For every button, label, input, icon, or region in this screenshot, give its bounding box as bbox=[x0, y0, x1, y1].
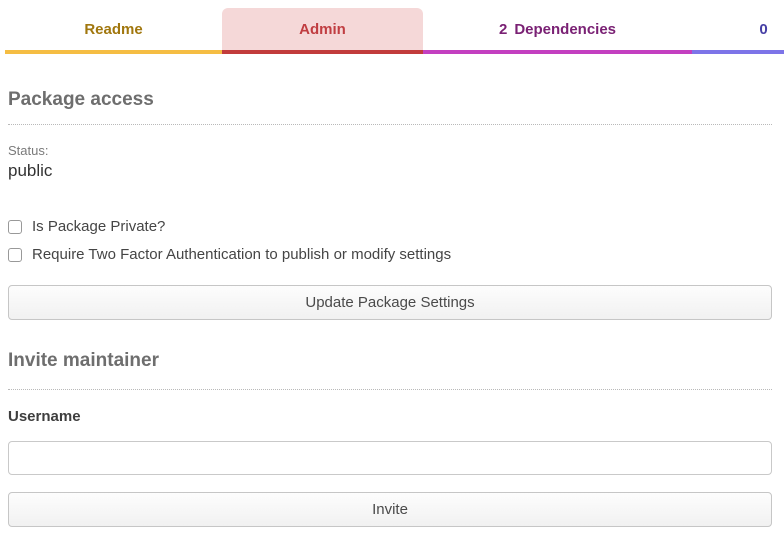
tab-admin[interactable]: Admin bbox=[222, 8, 423, 54]
tab-readme[interactable]: Readme bbox=[5, 8, 222, 54]
require-2fa-row[interactable]: Require Two Factor Authentication to pub… bbox=[8, 245, 772, 265]
tab-dependencies-label: Dependencies bbox=[514, 21, 616, 38]
require-2fa-checkbox[interactable] bbox=[8, 248, 22, 262]
package-access-heading: Package access bbox=[8, 90, 772, 110]
is-package-private-row[interactable]: Is Package Private? bbox=[8, 217, 772, 237]
update-package-settings-button[interactable]: Update Package Settings bbox=[8, 285, 772, 320]
username-label: Username bbox=[8, 407, 772, 427]
tab-dependencies-count: 2 bbox=[499, 21, 507, 38]
invite-maintainer-heading: Invite maintainer bbox=[8, 351, 772, 371]
tab-dependents-count: 0 bbox=[759, 21, 767, 38]
is-package-private-label[interactable]: Is Package Private? bbox=[32, 217, 165, 237]
tab-bar: Readme Admin 2 Dependencies 0 bbox=[0, 8, 784, 54]
is-package-private-checkbox[interactable] bbox=[8, 220, 22, 234]
admin-panel: Package access Status: public Is Package… bbox=[8, 90, 772, 527]
tab-dependents[interactable]: 0 bbox=[692, 8, 784, 54]
tab-dependencies[interactable]: 2 Dependencies bbox=[423, 8, 692, 54]
status-label: Status: bbox=[8, 143, 772, 158]
status-value: public bbox=[8, 161, 772, 181]
username-input[interactable] bbox=[8, 441, 772, 475]
tab-readme-label: Readme bbox=[84, 21, 142, 38]
require-2fa-label[interactable]: Require Two Factor Authentication to pub… bbox=[32, 245, 451, 265]
divider bbox=[8, 389, 772, 390]
invite-button[interactable]: Invite bbox=[8, 492, 772, 527]
divider bbox=[8, 124, 772, 125]
tab-admin-label: Admin bbox=[299, 21, 346, 38]
